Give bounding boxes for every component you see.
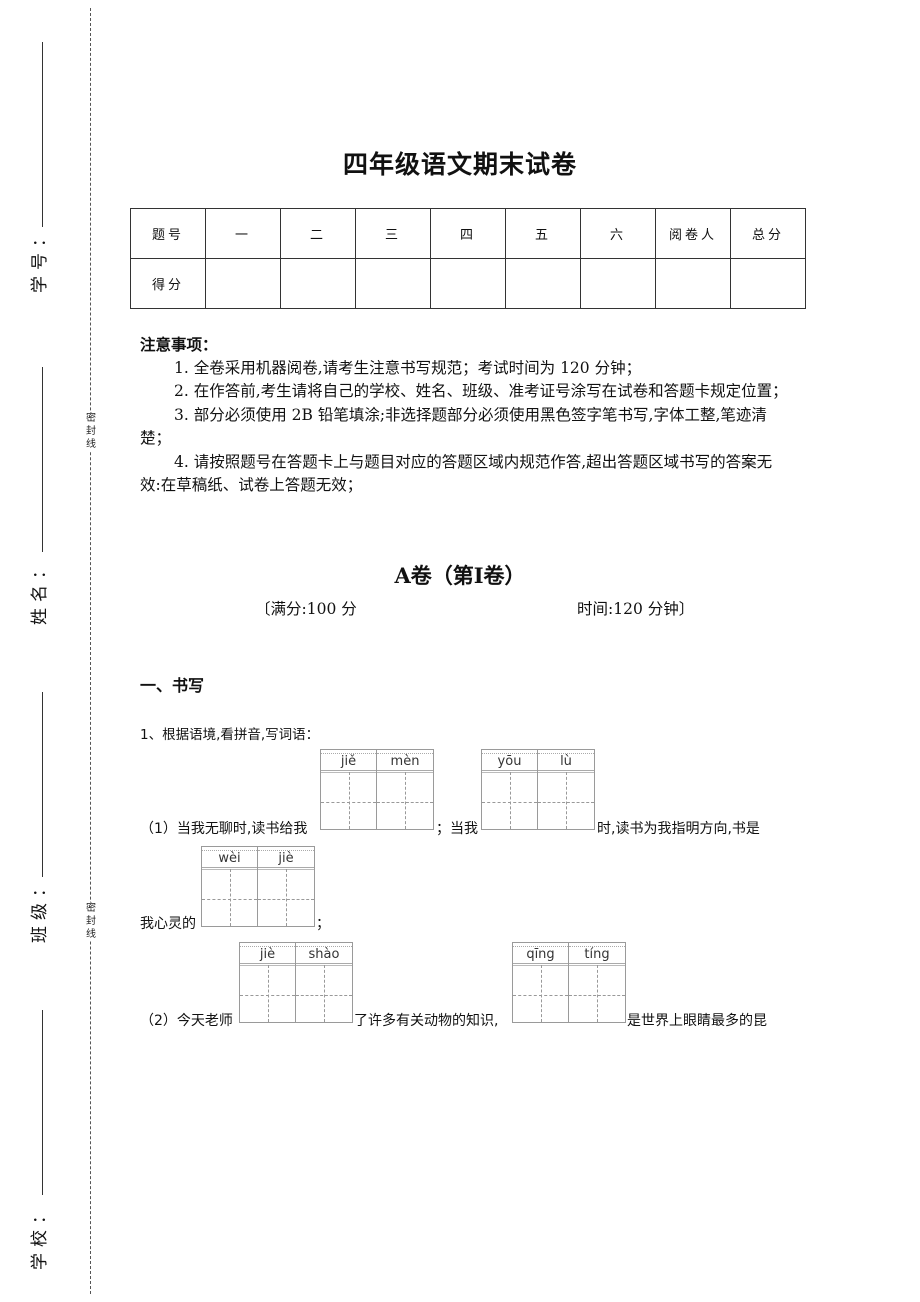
seal-label-2: 密 封 线	[83, 902, 99, 941]
score-cell[interactable]	[280, 258, 356, 309]
note-item: 1. 全卷采用机器阅卷,请考生注意书写规范；考试时间为 120 分钟；	[174, 358, 642, 377]
class-label: 班级：	[22, 874, 52, 943]
pinyin-answer-box[interactable]: jiè shào	[239, 942, 353, 1023]
row-label: 得分	[130, 258, 206, 309]
header-cell: 五	[505, 208, 581, 259]
seal-char: 封	[86, 426, 96, 437]
char-cell[interactable]: jiè	[239, 942, 296, 1023]
char-cell[interactable]: shào	[296, 942, 353, 1023]
notes-heading: 注意事项：	[140, 335, 218, 354]
note-item: 2. 在作答前,考生请将自己的学校、姓名、班级、准考证号涂写在试卷和答题卡规定位…	[174, 382, 788, 400]
student-id-field-line[interactable]	[42, 42, 43, 227]
note-item: 3. 部分必须使用 2B 铅笔填涂;非选择题部分必须使用黑色签字笔书写,字体工整…	[140, 405, 767, 448]
notes-section: 注意事项： 1. 全卷采用机器阅卷,请考生注意书写规范；考试时间为 120 分钟…	[140, 333, 790, 498]
seal-label-1: 密 封 线	[83, 412, 99, 451]
char-cell[interactable]: wèi	[201, 846, 258, 927]
pinyin-label: lù	[538, 753, 594, 771]
score-table: 题号 一 二 三 四 五 六 阅卷人 总分 得分	[130, 208, 806, 309]
seal-dashed-line	[90, 8, 91, 1294]
pinyin-label: jiě	[321, 753, 376, 771]
score-table-score-row: 得分	[130, 258, 806, 309]
full-score: 〔满分:100 分	[255, 600, 357, 618]
school-field-line[interactable]	[42, 1010, 43, 1195]
sub1-text-e: ；	[316, 916, 330, 932]
pinyin-label: mèn	[377, 753, 433, 771]
seal-char: 线	[86, 929, 96, 940]
pinyin-answer-box[interactable]: qīng tíng	[512, 942, 626, 1023]
sub1-text-a: （1）当我无聊时,读书给我	[140, 821, 308, 837]
header-cell: 二	[280, 208, 356, 259]
part-1-title: 一、书写	[140, 676, 205, 695]
char-cell[interactable]: yōu	[481, 749, 538, 830]
seal-char: 线	[86, 439, 96, 450]
char-cell[interactable]: mèn	[377, 749, 434, 830]
char-cell[interactable]: tíng	[569, 942, 626, 1023]
score-cell[interactable]	[655, 258, 731, 309]
score-cell[interactable]	[205, 258, 281, 309]
pinyin-label: shào	[296, 946, 352, 964]
question-1-prompt: 1、根据语境,看拼音,写词语：	[140, 727, 320, 743]
pinyin-answer-box[interactable]: yōu lù	[481, 749, 595, 830]
header-cell: 总分	[730, 208, 806, 259]
name-field-line[interactable]	[42, 367, 43, 552]
student-id-label: 学号：	[22, 224, 52, 293]
char-cell[interactable]: lù	[538, 749, 595, 830]
seal-char: 密	[86, 903, 96, 914]
pinyin-label: jiè	[240, 946, 295, 964]
header-cell: 一	[205, 208, 281, 259]
sub1-text-c: 时,读书为我指明方向,书是	[597, 821, 760, 837]
char-cell[interactable]: qīng	[512, 942, 569, 1023]
seal-char: 封	[86, 916, 96, 927]
score-cell[interactable]	[580, 258, 656, 309]
sub2-text-b: 了许多有关动物的知识,	[354, 1013, 499, 1029]
header-cell: 题号	[130, 208, 206, 259]
school-label: 学校：	[22, 1201, 52, 1270]
pinyin-label: wèi	[202, 850, 257, 868]
pinyin-label: tíng	[569, 946, 625, 964]
seal-char: 密	[86, 413, 96, 424]
exam-time: 时间:120 分钟〕	[577, 600, 695, 618]
pinyin-label: qīng	[513, 946, 568, 964]
header-cell: 阅卷人	[655, 208, 731, 259]
score-cell[interactable]	[430, 258, 506, 309]
sub2-text-c: 是世界上眼睛最多的昆	[627, 1013, 767, 1029]
class-field-line[interactable]	[42, 692, 43, 877]
score-cell[interactable]	[355, 258, 431, 309]
sub2-text-a: （2）今天老师	[140, 1013, 233, 1029]
header-cell: 六	[580, 208, 656, 259]
header-cell: 三	[355, 208, 431, 259]
header-cell: 四	[430, 208, 506, 259]
char-cell[interactable]: jiè	[258, 846, 315, 927]
sub1-text-d: 我心灵的	[140, 916, 196, 932]
pinyin-answer-box[interactable]: wèi jiè	[201, 846, 315, 927]
score-cell[interactable]	[730, 258, 806, 309]
pinyin-answer-box[interactable]: jiě mèn	[320, 749, 434, 830]
student-id-label-text: 学号：	[29, 223, 50, 293]
exam-title: 四年级语文期末试卷	[342, 150, 577, 179]
note-item: 4. 请按照题号在答题卡上与题目对应的答题区域内规范作答,超出答题区域书写的答案…	[140, 452, 773, 495]
school-label-text: 学校：	[29, 1200, 50, 1270]
section-a-title: A卷（第Ⅰ卷）	[394, 563, 526, 588]
sub1-text-b: ；当我	[436, 821, 478, 837]
score-table-header-row: 题号 一 二 三 四 五 六 阅卷人 总分	[130, 208, 806, 259]
pinyin-label: yōu	[482, 753, 537, 771]
pinyin-label: jiè	[258, 850, 314, 868]
score-cell[interactable]	[505, 258, 581, 309]
char-cell[interactable]: jiě	[320, 749, 377, 830]
class-label-text: 班级：	[29, 873, 50, 943]
